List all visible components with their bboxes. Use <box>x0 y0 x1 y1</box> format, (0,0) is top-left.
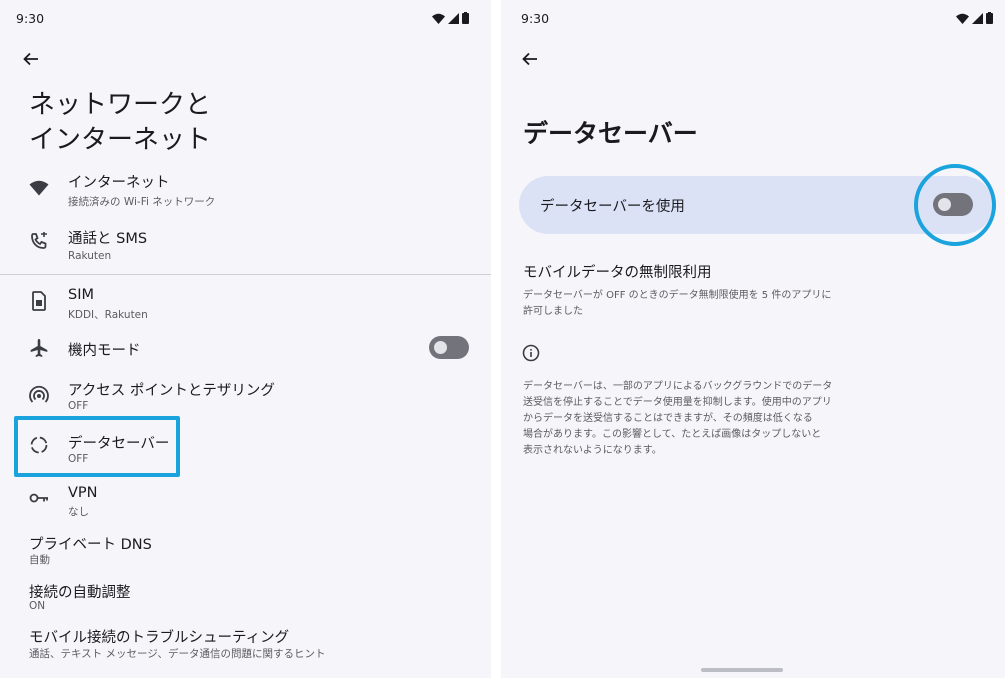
status-bar: 9:30 <box>501 10 1005 28</box>
network-settings-screen: 9:30 ネットワークと インターネット インターネット 接続済みの Wi-Fi… <box>0 0 491 678</box>
airplane-mode-toggle[interactable] <box>429 336 469 359</box>
toggle-knob <box>938 198 951 211</box>
data-saver-toggle[interactable] <box>933 193 973 216</box>
back-arrow-icon <box>522 52 537 66</box>
key-icon <box>28 487 50 509</box>
signal-status-icon <box>972 12 983 24</box>
settings-item-subtitle: OFF <box>68 400 89 412</box>
description-line: 場合があります。この影響として、たとえば画像はタップしないと <box>523 429 822 440</box>
settings-item-private-dns[interactable]: プライベート DNS 自動 <box>0 530 491 570</box>
battery-status-icon <box>986 12 993 24</box>
unrestricted-data-summary: データセーバーが OFF のときのデータ無制限使用を 5 件のアプリに 許可しま… <box>523 288 863 320</box>
data-saver-screen: 9:30 データセーバー データセーバーを使用 モバイルデータの無制限利用 デー… <box>501 0 1005 678</box>
settings-item-subtitle: 通話、テキスト メッセージ、データ通信の問題に関するヒント <box>29 648 326 660</box>
back-arrow-icon <box>23 52 38 66</box>
settings-item-title: 通話と SMS <box>68 231 148 247</box>
settings-item-title: 機内モード <box>68 343 141 359</box>
settings-item-title: モバイル接続のトラブルシューティング <box>29 630 290 646</box>
wifi-status-icon <box>432 13 445 24</box>
battery-status-icon <box>462 12 469 24</box>
toggle-knob <box>434 341 447 354</box>
description-line: 送受信を停止することでデータ使用量を抑制します。使用中のアプリ <box>523 397 832 408</box>
unrestricted-data-summary-line2: 許可しました <box>523 306 583 317</box>
wifi-icon <box>28 177 50 199</box>
page-title: ネットワークと インターネット <box>29 88 211 158</box>
gesture-nav-handle[interactable] <box>701 668 783 672</box>
highlight-box <box>14 416 180 477</box>
settings-item-title: VPN <box>68 485 98 501</box>
unrestricted-data-title: モバイルデータの無制限利用 <box>523 265 712 281</box>
unrestricted-data-summary-line1: データセーバーが OFF のときのデータ無制限使用を 5 件のアプリに <box>523 290 832 301</box>
settings-item-title: 接続の自動調整 <box>29 585 131 601</box>
settings-item-hotspot-tethering[interactable]: アクセス ポイントとテザリング OFF <box>0 376 491 420</box>
description-line: からデータを送受信することはできますが、その頻度は低くなる <box>523 413 813 424</box>
use-data-saver-label: データセーバーを使用 <box>540 199 685 215</box>
description-line: データセーバーは、一部のアプリによるバックグラウンドでのデータ <box>523 381 833 392</box>
signal-status-icon <box>448 12 459 24</box>
settings-item-sim[interactable]: SIM KDDI、Rakuten <box>0 284 491 328</box>
status-bar: 9:30 <box>0 10 491 28</box>
settings-item-mobile-troubleshooting[interactable]: モバイル接続のトラブルシューティング 通話、テキスト メッセージ、データ通信の問… <box>0 624 491 664</box>
wifi-status-icon <box>956 13 969 24</box>
unrestricted-data-item[interactable]: モバイルデータの無制限利用 データセーバーが OFF のときのデータ無制限使用を… <box>523 261 863 320</box>
sim-icon <box>28 290 50 312</box>
settings-item-title: プライベート DNS <box>29 537 152 553</box>
status-icons <box>432 12 469 24</box>
settings-item-vpn[interactable]: VPN なし <box>0 482 491 522</box>
settings-item-calls-sms[interactable]: 通話と SMS Rakuten <box>0 224 491 268</box>
settings-item-subtitle: 自動 <box>29 554 50 566</box>
settings-item-subtitle: なし <box>68 506 89 518</box>
hotspot-icon <box>28 384 50 406</box>
settings-item-adaptive-connectivity[interactable]: 接続の自動調整 ON <box>0 578 491 618</box>
settings-item-title: SIM <box>68 287 94 303</box>
settings-item-subtitle: KDDI、Rakuten <box>68 309 148 321</box>
page-title-line1: ネットワークと <box>29 90 212 120</box>
settings-item-subtitle: ON <box>29 600 46 612</box>
settings-item-title: インターネット <box>68 175 170 191</box>
settings-item-airplane-mode[interactable]: 機内モード <box>0 332 491 364</box>
section-divider <box>0 274 491 275</box>
use-data-saver-switch[interactable]: データセーバーを使用 <box>519 176 993 234</box>
status-time: 9:30 <box>521 11 550 26</box>
settings-item-subtitle: 接続済みの Wi-Fi ネットワーク <box>68 196 216 208</box>
back-button[interactable] <box>519 48 541 70</box>
settings-item-subtitle: Rakuten <box>68 250 112 262</box>
status-time: 9:30 <box>16 11 45 26</box>
back-button[interactable] <box>20 48 42 70</box>
status-icons <box>956 12 993 24</box>
info-icon <box>521 343 541 363</box>
phone-icon <box>28 230 50 252</box>
settings-item-internet[interactable]: インターネット 接続済みの Wi-Fi ネットワーク <box>0 168 491 212</box>
airplane-icon <box>28 337 50 359</box>
data-saver-description: データセーバーは、一部のアプリによるバックグラウンドでのデータ 送受信を停止する… <box>523 379 863 459</box>
description-line: 表示されないようになります。 <box>523 445 662 456</box>
page-title: データセーバー <box>523 119 698 148</box>
page-title-line2: インターネット <box>29 125 212 155</box>
settings-item-title: アクセス ポイントとテザリング <box>68 383 275 399</box>
